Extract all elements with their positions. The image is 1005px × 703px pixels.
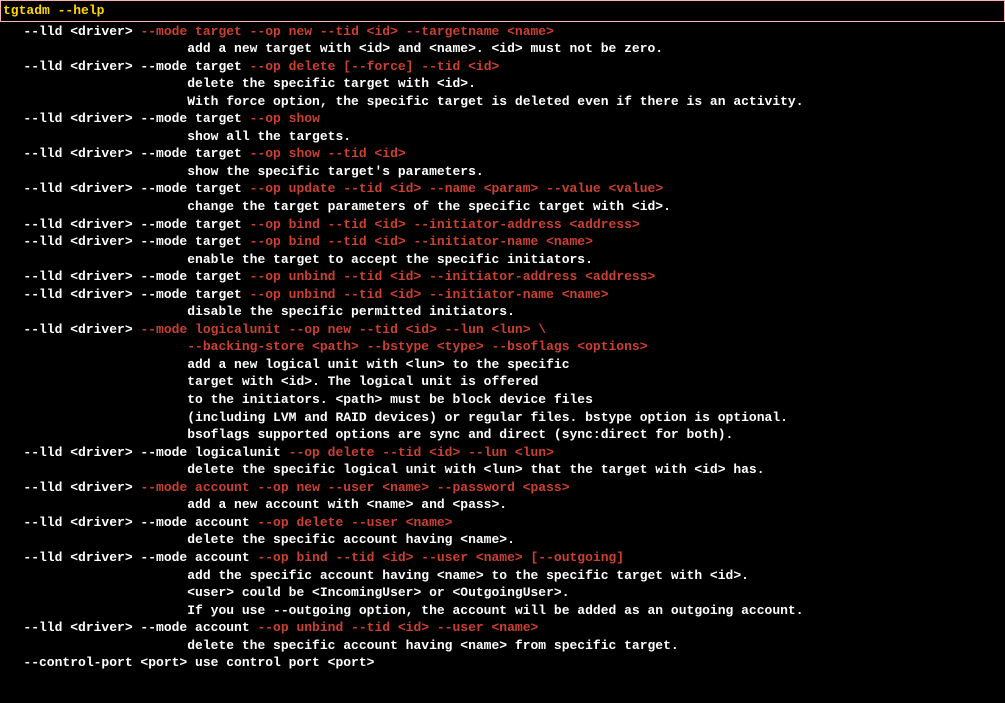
text-segment: add the specific account having <name> t… bbox=[187, 568, 749, 583]
text-segment: --op unbind --tid <id> --initiator-addre… bbox=[250, 269, 656, 284]
output-line: --lld <driver> --mode account --op new -… bbox=[0, 479, 1005, 497]
command-text: tgtadm --help bbox=[3, 3, 104, 18]
text-segment: --mode account --op new --user <name> --… bbox=[140, 480, 569, 495]
text-segment: If you use --outgoing option, the accoun… bbox=[187, 603, 803, 618]
text-segment: --op bind --tid <id> --user <name> [--ou… bbox=[257, 550, 624, 565]
text-segment: --lld <driver> --mode logicalunit bbox=[23, 445, 288, 460]
text-segment: --lld <driver> --mode account bbox=[23, 550, 257, 565]
text-segment: --lld <driver> --mode target bbox=[23, 111, 249, 126]
text-segment: --op unbind --tid <id> --user <name> bbox=[257, 620, 538, 635]
output-line: delete the specific logical unit with <l… bbox=[0, 461, 1005, 479]
output-line: add the specific account having <name> t… bbox=[0, 567, 1005, 585]
output-line: add a new target with <id> and <name>. <… bbox=[0, 40, 1005, 58]
output-line: --lld <driver> --mode target --op unbind… bbox=[0, 268, 1005, 286]
text-segment: add a new logical unit with <lun> to the… bbox=[187, 357, 569, 372]
text-segment: show all the targets. bbox=[187, 129, 351, 144]
output-line: --lld <driver> --mode target --op show -… bbox=[0, 145, 1005, 163]
output-line: --lld <driver> --mode account --op unbin… bbox=[0, 619, 1005, 637]
text-segment: delete the specific account having <name… bbox=[187, 532, 515, 547]
output-line: change the target parameters of the spec… bbox=[0, 198, 1005, 216]
text-segment: delete the specific account having <name… bbox=[187, 638, 678, 653]
text-segment: With force option, the specific target i… bbox=[187, 94, 803, 109]
text-segment: --op delete --user <name> bbox=[257, 515, 452, 530]
output-line: disable the specific permitted initiator… bbox=[0, 303, 1005, 321]
text-segment: --op bind --tid <id> --initiator-name <n… bbox=[250, 234, 593, 249]
text-segment: --lld <driver> bbox=[23, 480, 140, 495]
text-segment: target with <id>. The logical unit is of… bbox=[187, 374, 538, 389]
text-segment: --op bind --tid <id> --initiator-address… bbox=[250, 217, 640, 232]
output-line: --lld <driver> --mode account --op delet… bbox=[0, 514, 1005, 532]
text-segment: enable the target to accept the specific… bbox=[187, 252, 593, 267]
text-segment: --op delete --tid <id> --lun <lun> bbox=[289, 445, 554, 460]
text-segment: add a new account with <name> and <pass>… bbox=[187, 497, 507, 512]
text-segment: --mode target --op new --tid <id> --targ… bbox=[140, 24, 553, 39]
output-line: add a new account with <name> and <pass>… bbox=[0, 496, 1005, 514]
output-line: --backing-store <path> --bstype <type> -… bbox=[0, 338, 1005, 356]
text-segment: --lld <driver> --mode account bbox=[23, 620, 257, 635]
output-line: --lld <driver> --mode target --op bind -… bbox=[0, 216, 1005, 234]
output-line: show all the targets. bbox=[0, 128, 1005, 146]
output-line: delete the specific account having <name… bbox=[0, 531, 1005, 549]
output-line: (including LVM and RAID devices) or regu… bbox=[0, 409, 1005, 427]
text-segment: --lld <driver> bbox=[23, 24, 140, 39]
text-segment: --op show bbox=[250, 111, 320, 126]
text-segment: --backing-store <path> --bstype <type> -… bbox=[187, 339, 647, 354]
text-segment: delete the specific logical unit with <l… bbox=[187, 462, 764, 477]
output-line: show the specific target's parameters. bbox=[0, 163, 1005, 181]
text-segment: --lld <driver> --mode target bbox=[23, 59, 249, 74]
output-line: --lld <driver> --mode target --op delete… bbox=[0, 58, 1005, 76]
text-segment: (including LVM and RAID devices) or regu… bbox=[187, 410, 788, 425]
output-line: <user> could be <IncomingUser> or <Outgo… bbox=[0, 584, 1005, 602]
text-segment: --lld <driver> bbox=[23, 322, 140, 337]
output-line: target with <id>. The logical unit is of… bbox=[0, 373, 1005, 391]
text-segment: --lld <driver> --mode account bbox=[23, 515, 257, 530]
text-segment: --lld <driver> --mode target bbox=[23, 217, 249, 232]
text-segment: --mode logicalunit --op new --tid <id> -… bbox=[140, 322, 546, 337]
text-segment: disable the specific permitted initiator… bbox=[187, 304, 515, 319]
output-line: --lld <driver> --mode target --op show bbox=[0, 110, 1005, 128]
output-line: delete the specific target with <id>. bbox=[0, 75, 1005, 93]
text-segment: add a new target with <id> and <name>. <… bbox=[187, 41, 663, 56]
output-line: --lld <driver> --mode target --op update… bbox=[0, 180, 1005, 198]
output-line: --lld <driver> --mode target --op new --… bbox=[0, 23, 1005, 41]
text-segment: --lld <driver> --mode target bbox=[23, 181, 249, 196]
text-segment: --lld <driver> --mode target bbox=[23, 146, 249, 161]
text-segment: change the target parameters of the spec… bbox=[187, 199, 671, 214]
text-segment: --lld <driver> --mode target bbox=[23, 269, 249, 284]
output-line: bsoflags supported options are sync and … bbox=[0, 426, 1005, 444]
output-line: enable the target to accept the specific… bbox=[0, 251, 1005, 269]
text-segment: --lld <driver> --mode target bbox=[23, 287, 249, 302]
output-line: add a new logical unit with <lun> to the… bbox=[0, 356, 1005, 374]
text-segment: delete the specific target with <id>. bbox=[187, 76, 476, 91]
output-line: --lld <driver> --mode target --op bind -… bbox=[0, 233, 1005, 251]
text-segment: --op delete [--force] --tid <id> bbox=[250, 59, 500, 74]
text-segment: show the specific target's parameters. bbox=[187, 164, 483, 179]
output-line: --lld <driver> --mode account --op bind … bbox=[0, 549, 1005, 567]
text-segment: --control-port <port> use control port <… bbox=[23, 655, 374, 670]
text-segment: --op show --tid <id> bbox=[250, 146, 406, 161]
text-segment: --op update --tid <id> --name <param> --… bbox=[250, 181, 663, 196]
command-header: tgtadm --help bbox=[0, 0, 1005, 22]
output-line: to the initiators. <path> must be block … bbox=[0, 391, 1005, 409]
text-segment: to the initiators. <path> must be block … bbox=[187, 392, 593, 407]
output-line: --lld <driver> --mode logicalunit --op d… bbox=[0, 444, 1005, 462]
output-line: --control-port <port> use control port <… bbox=[0, 654, 1005, 672]
text-segment: <user> could be <IncomingUser> or <Outgo… bbox=[187, 585, 569, 600]
output-line: --lld <driver> --mode target --op unbind… bbox=[0, 286, 1005, 304]
output-line: With force option, the specific target i… bbox=[0, 93, 1005, 111]
output-line: --lld <driver> --mode logicalunit --op n… bbox=[0, 321, 1005, 339]
output-line: delete the specific account having <name… bbox=[0, 637, 1005, 655]
text-segment: --lld <driver> --mode target bbox=[23, 234, 249, 249]
output-line: If you use --outgoing option, the accoun… bbox=[0, 602, 1005, 620]
text-segment: bsoflags supported options are sync and … bbox=[187, 427, 733, 442]
terminal-output: --lld <driver> --mode target --op new --… bbox=[0, 22, 1005, 673]
text-segment: --op unbind --tid <id> --initiator-name … bbox=[250, 287, 609, 302]
